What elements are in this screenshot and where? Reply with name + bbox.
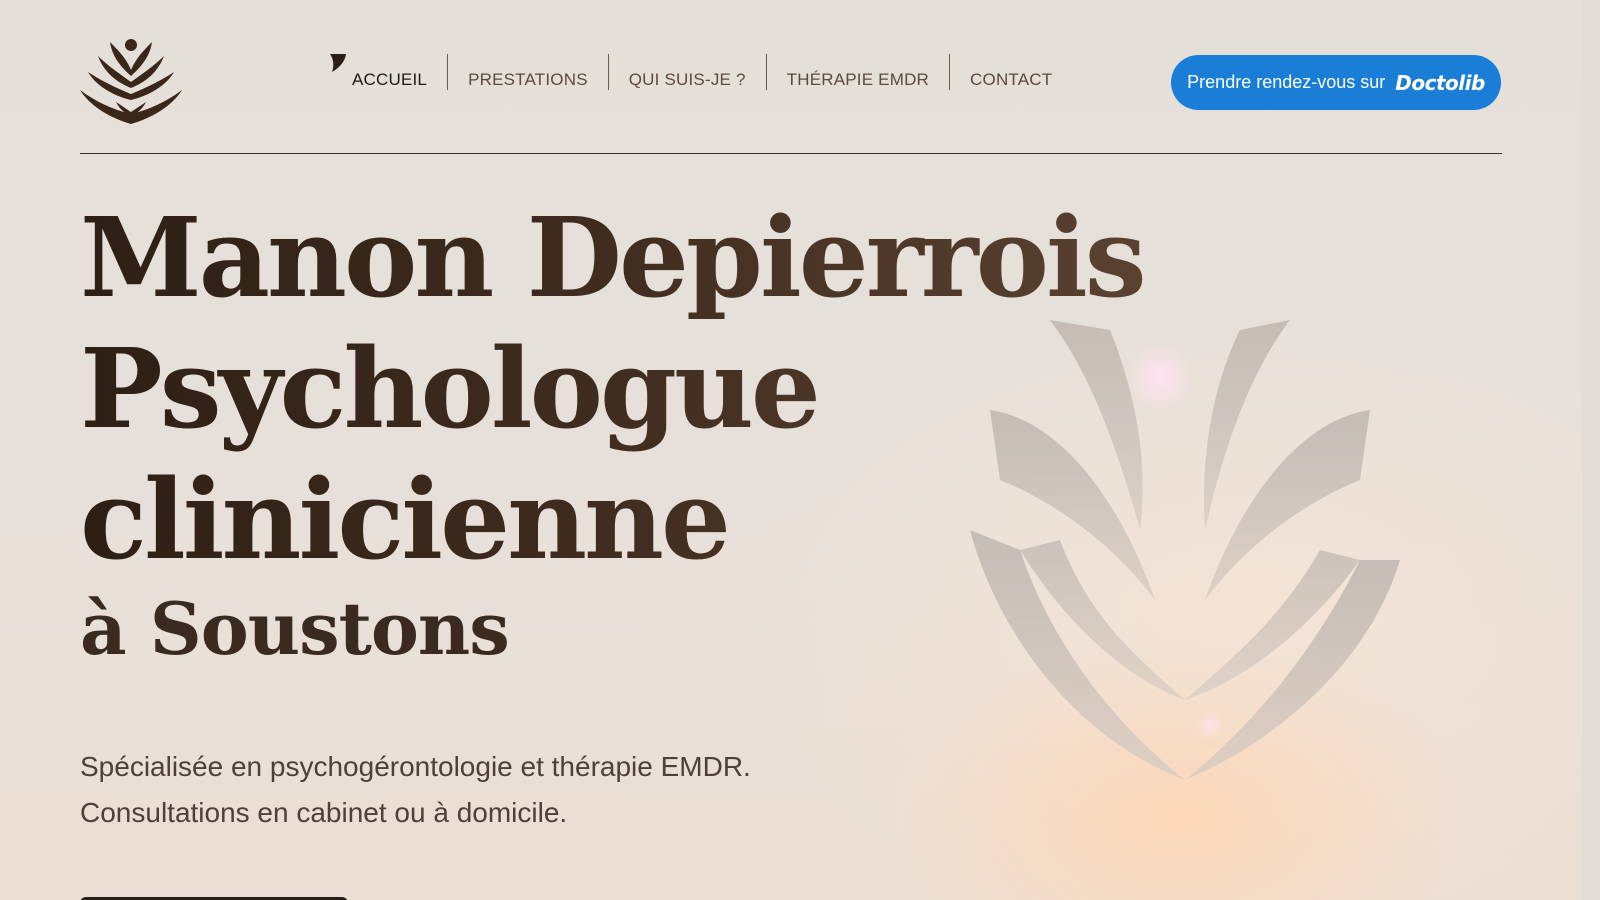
hero-title-line: clinicienne [80, 455, 729, 584]
nav-item-contact[interactable]: CONTACT [949, 54, 1072, 90]
nav-label: CONTACT [970, 70, 1053, 89]
nav-label: ACCUEIL [352, 70, 428, 89]
intro-line: Consultations en cabinet ou à domicile. [80, 797, 568, 828]
nav-item-prestations[interactable]: PRESTATIONS [447, 54, 608, 90]
nav-item-therapie-emdr[interactable]: THÉRAPIE EMDR [765, 54, 949, 90]
nav-label: PRESTATIONS [468, 70, 588, 89]
site-header: ACCUEIL PRESTATIONS QUI SUIS-JE ? THÉRAP… [0, 0, 1600, 155]
nav-label: THÉRAPIE EMDR [786, 70, 930, 89]
lotus-hands-logo-icon[interactable] [80, 36, 182, 124]
header-divider [80, 153, 1502, 154]
nav-item-qui-suis-je[interactable]: QUI SUIS-JE ? [607, 54, 766, 90]
doctolib-logo: Doctolib [1395, 70, 1485, 95]
book-appointment-button[interactable]: Prendre rendez-vous sur Doctolib [1171, 55, 1501, 110]
intro-line: Spécialisée en psychogérontologie et thé… [80, 751, 751, 782]
hero-intro: Spécialisée en psychogérontologie et thé… [80, 744, 751, 836]
active-indicator-icon [330, 54, 346, 72]
hero-title-line: Psychologue [80, 324, 818, 453]
hero-subtitle: à Soustons [80, 586, 510, 671]
hero-title: Manon Depierrois Psychologue clinicienne [80, 192, 1144, 585]
cta-label: Prendre rendez-vous sur [1187, 72, 1386, 92]
nav-label: QUI SUIS-JE ? [628, 70, 746, 89]
main-nav: ACCUEIL PRESTATIONS QUI SUIS-JE ? THÉRAP… [330, 54, 1072, 90]
nav-item-accueil[interactable]: ACCUEIL [330, 54, 447, 90]
hero-title-line: Manon Depierrois [80, 193, 1144, 322]
